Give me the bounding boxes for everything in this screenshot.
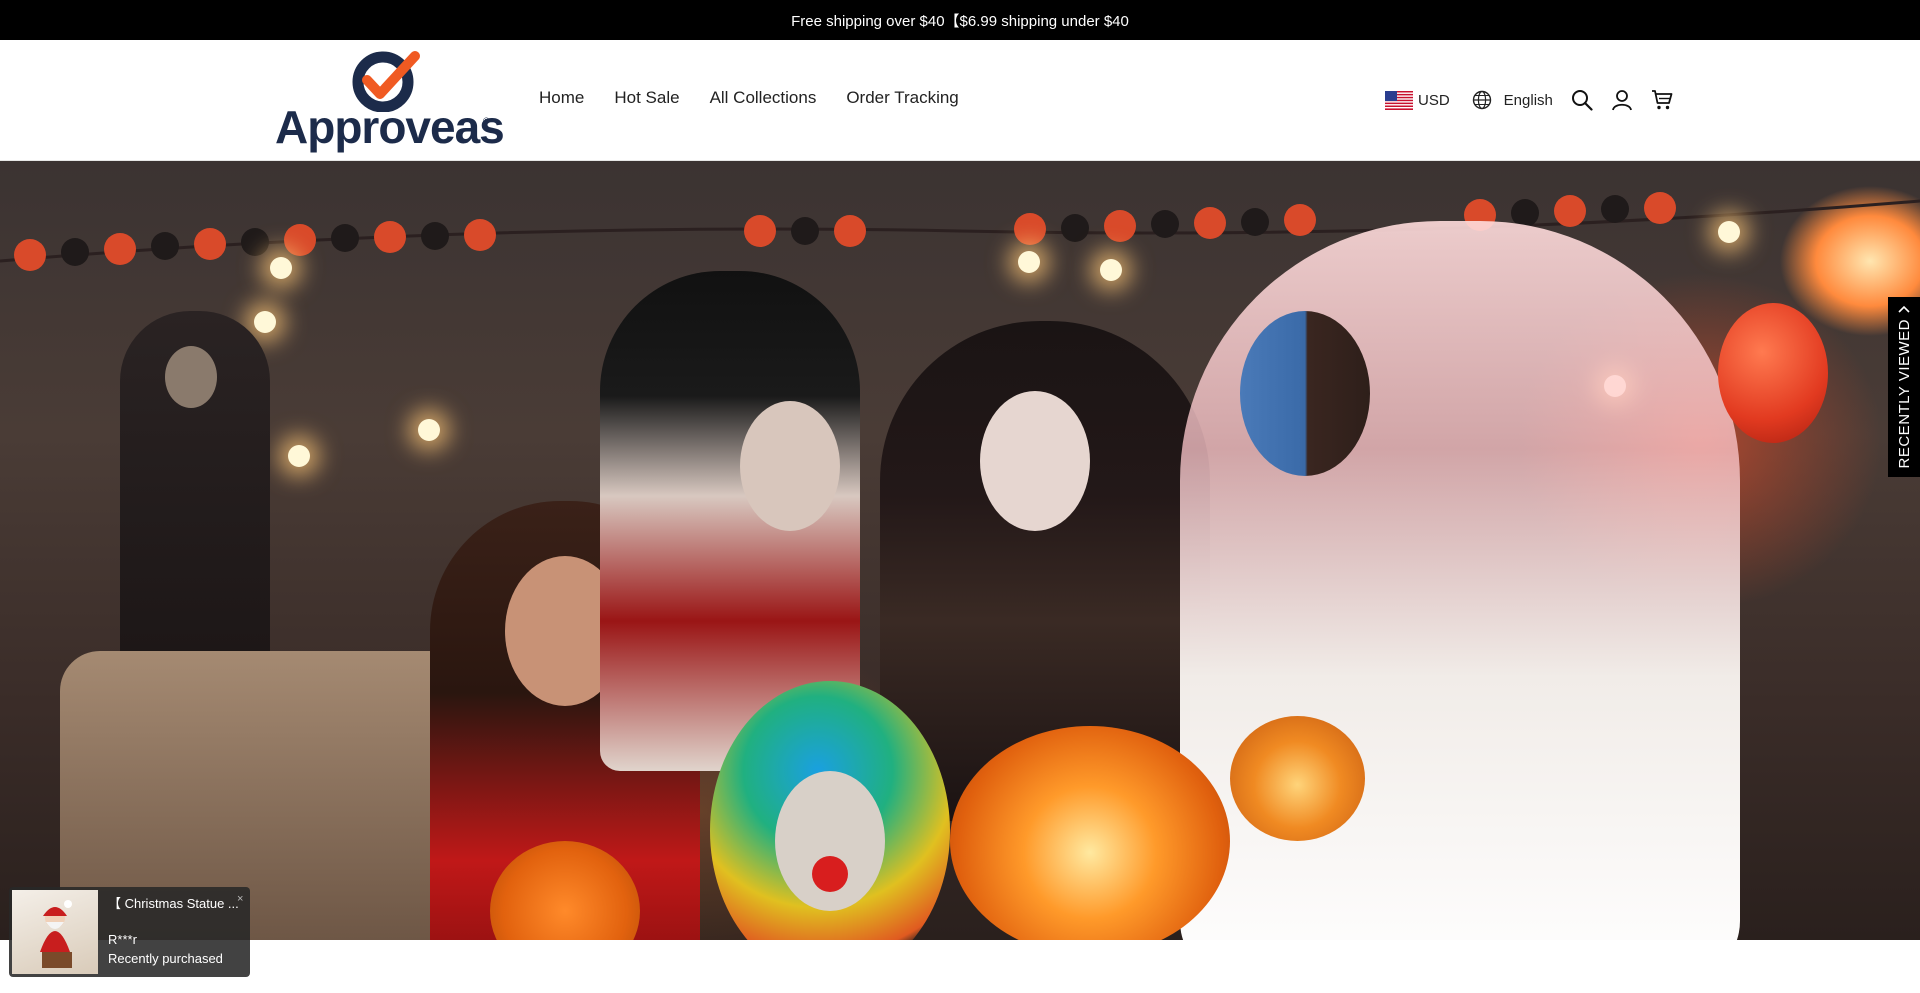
- light-bulb: [1100, 259, 1122, 281]
- globe-icon: [1472, 90, 1491, 110]
- account-icon[interactable]: [1611, 89, 1633, 111]
- currency-selector[interactable]: USD: [1385, 90, 1450, 110]
- light-bulb: [1018, 251, 1040, 273]
- toast-product-title: 【 Christmas Statue ...: [108, 896, 239, 911]
- toast-customer: R***r: [108, 932, 137, 947]
- santa-statue-image: [40, 900, 72, 968]
- light-bulb: [418, 419, 440, 441]
- light-bulb: [288, 445, 310, 467]
- skull-face: [165, 346, 217, 408]
- jack-o-lantern-small: [1230, 716, 1365, 841]
- nav-home[interactable]: Home: [539, 88, 584, 108]
- language-label: English: [1503, 91, 1553, 109]
- face-zombie-bride: [1240, 311, 1370, 476]
- nav-hot-sale[interactable]: Hot Sale: [614, 88, 679, 108]
- product-thumbnail[interactable]: [12, 890, 98, 974]
- purchase-notification[interactable]: 【 Christmas Statue ... × R***r Recently …: [9, 887, 250, 977]
- logo[interactable]: Approveas ®: [275, 50, 505, 153]
- jack-o-lantern-large: [950, 726, 1230, 940]
- search-icon[interactable]: [1571, 89, 1593, 111]
- main-nav: Home Hot Sale All Collections Order Trac…: [539, 88, 989, 108]
- announcement-bar: Free shipping over $40【$6.99 shipping un…: [0, 0, 1920, 40]
- recently-viewed-tab[interactable]: RECENTLY VIEWED: [1888, 297, 1920, 477]
- announcement-text: Free shipping over $40【$6.99 shipping un…: [791, 12, 1129, 30]
- site-header: Approveas ® Home Hot Sale All Collection…: [0, 40, 1920, 161]
- light-bulb: [270, 257, 292, 279]
- face-vampire: [740, 401, 840, 531]
- hero-banner[interactable]: [0, 161, 1920, 940]
- currency-code: USD: [1418, 91, 1450, 109]
- red-balloon: [1718, 303, 1828, 443]
- language-selector[interactable]: English: [1472, 90, 1553, 110]
- nav-order-tracking[interactable]: Order Tracking: [846, 88, 958, 108]
- toast-status: Recently purchased: [108, 951, 223, 966]
- light-bulb: [254, 311, 276, 333]
- chevron-up-icon: [1898, 306, 1910, 313]
- logo-registered-mark: ®: [483, 116, 490, 126]
- header-tools: USD English: [1385, 85, 1673, 115]
- us-flag-icon: [1385, 90, 1413, 110]
- clown-nose: [812, 856, 848, 892]
- cart-icon[interactable]: [1651, 89, 1673, 111]
- logo-text: Approveas: [275, 101, 505, 153]
- recently-viewed-label: RECENTLY VIEWED: [1895, 319, 1913, 469]
- face-witch: [980, 391, 1090, 531]
- light-bulb: [1718, 221, 1740, 243]
- nav-all-collections[interactable]: All Collections: [710, 88, 817, 108]
- close-icon[interactable]: ×: [237, 893, 243, 905]
